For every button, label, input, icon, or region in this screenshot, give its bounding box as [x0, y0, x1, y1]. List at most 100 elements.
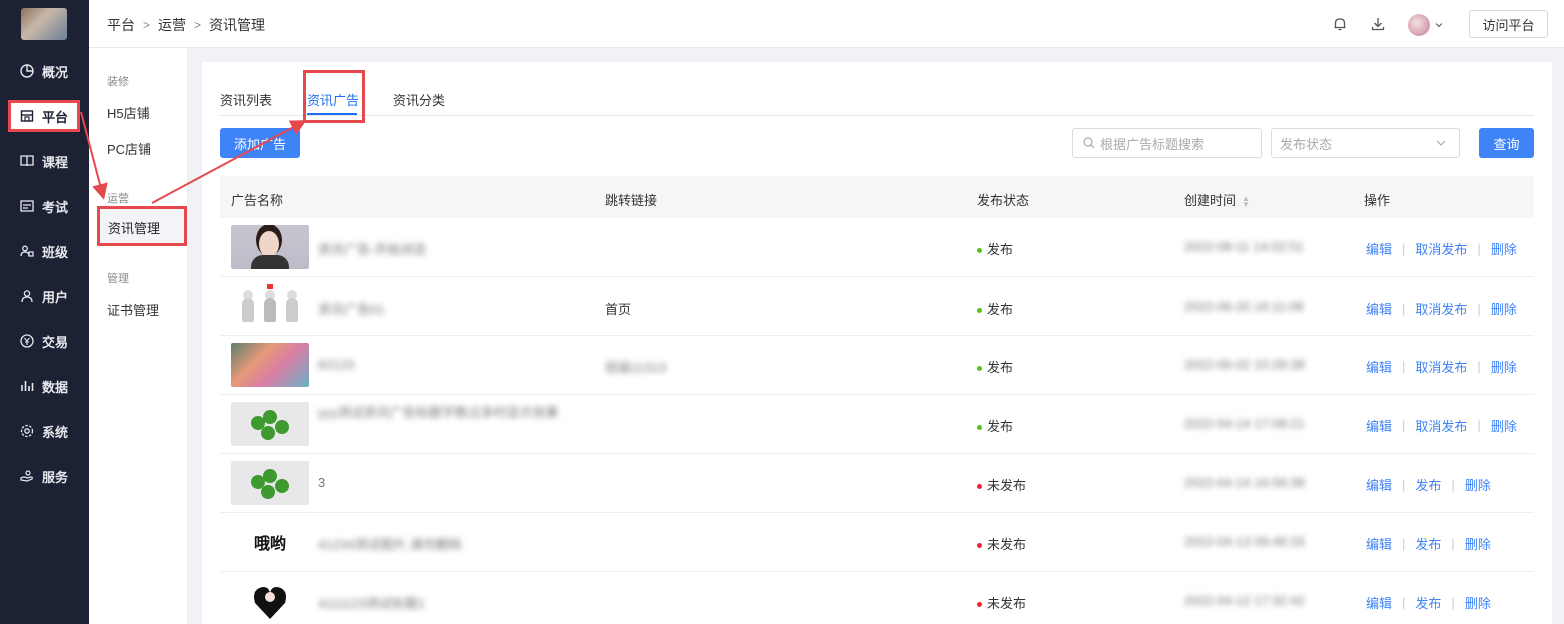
unpublish-link[interactable]: 取消发布 — [1415, 239, 1467, 258]
edit-link[interactable]: 编辑 — [1366, 475, 1392, 494]
status-select[interactable]: 发布状态 — [1271, 128, 1460, 158]
header-actions — [1332, 14, 1444, 36]
divider: | — [1477, 301, 1481, 316]
sub-item-pc-store[interactable]: PC店铺 — [107, 139, 151, 158]
ad-thumbnail — [231, 579, 309, 623]
divider: | — [1451, 536, 1455, 551]
org-logo[interactable] — [21, 8, 67, 40]
status-label: 未发布 — [987, 478, 1027, 493]
nav-item-service[interactable]: 服务 — [0, 458, 89, 494]
tab-news-category[interactable]: 资讯分类 — [393, 90, 445, 109]
nav-item-overview[interactable]: 概况 — [0, 53, 89, 89]
divider: | — [1477, 418, 1481, 433]
chevron-down-icon — [1435, 23, 1443, 28]
status-label: 发布 — [987, 302, 1014, 317]
download-icon[interactable] — [1370, 16, 1386, 35]
visit-platform-button[interactable]: 访问平台 — [1469, 10, 1548, 38]
created-time: 2022-04-14 17:08:21 — [1184, 416, 1305, 431]
add-ad-button[interactable]: 添加广告 — [220, 128, 300, 158]
delete-link[interactable]: 删除 — [1491, 239, 1517, 258]
ad-name: 资讯广告-开始浏览 — [318, 242, 427, 257]
edit-link[interactable]: 编辑 — [1366, 534, 1392, 553]
nav-item-exam[interactable]: 考试 — [0, 188, 89, 224]
unpublish-link[interactable]: 取消发布 — [1415, 357, 1467, 376]
nav-item-class[interactable]: 班级 — [0, 233, 89, 269]
divider: | — [1402, 595, 1406, 610]
created-time: 2022-04-14 16:58:38 — [1184, 475, 1305, 490]
nav-item-data[interactable]: 数据 — [0, 368, 89, 404]
edit-link[interactable]: 编辑 — [1366, 416, 1392, 435]
nav-item-user[interactable]: 用户 — [0, 278, 89, 314]
ad-link: 班级11313 — [605, 360, 667, 375]
search-input[interactable]: 根据广告标题搜索 — [1072, 128, 1262, 158]
table-row: 4111123测试标题1 未发布 2022-04-12 17:32:42 编辑 |… — [220, 572, 1534, 624]
sub-item-news-management[interactable]: 资讯管理 — [97, 206, 187, 246]
nav-label: 概况 — [42, 64, 69, 80]
ad-name: 4111123测试标题1 — [318, 596, 425, 611]
table-row: 哦哟 41234测试图片,请勿删除 未发布 2022-04-13 09:48:3… — [220, 513, 1534, 572]
table-row: 资讯广告01 首页 发布 2022-06-20 16:11:08 编辑 | 取消发… — [220, 277, 1534, 336]
delete-link[interactable]: 删除 — [1491, 357, 1517, 376]
status-badge: 发布 — [977, 239, 1013, 258]
tab-news-list[interactable]: 资讯列表 — [220, 90, 272, 109]
user-menu[interactable] — [1408, 14, 1444, 36]
gear-icon — [20, 424, 34, 438]
table-row: 3 未发布 2022-04-14 16:58:38 编辑 | 发布 | 删除 — [220, 454, 1534, 513]
created-time: 2022-04-12 17:32:42 — [1184, 593, 1305, 608]
divider: | — [1451, 595, 1455, 610]
publish-link[interactable]: 发布 — [1415, 534, 1441, 553]
nav-item-course[interactable]: 课程 — [0, 143, 89, 179]
delete-link[interactable]: 删除 — [1465, 475, 1491, 494]
chevron-right-icon: > — [194, 18, 202, 32]
edit-link[interactable]: 编辑 — [1366, 299, 1392, 318]
pie-icon — [20, 64, 34, 78]
edit-link[interactable]: 编辑 — [1366, 357, 1392, 376]
status-badge: 未发布 — [977, 475, 1026, 494]
row-actions: 编辑 | 取消发布 | 删除 — [1366, 299, 1517, 318]
delete-link[interactable]: 删除 — [1465, 534, 1491, 553]
ad-thumbnail — [231, 461, 309, 505]
divider: | — [1477, 241, 1481, 256]
delete-link[interactable]: 删除 — [1465, 593, 1491, 612]
unpublish-link[interactable]: 取消发布 — [1415, 299, 1467, 318]
avatar[interactable] — [1408, 14, 1430, 36]
nav-item-system[interactable]: 系统 — [0, 413, 89, 449]
nav-item-platform[interactable]: 平台 — [8, 100, 80, 132]
bell-icon[interactable] — [1332, 16, 1348, 35]
chevron-down-icon — [1436, 140, 1446, 146]
main-panel: 资讯列表 资讯广告 资讯分类 添加广告 根据广告标题搜索 发布状态 查询 广告名… — [202, 62, 1552, 624]
edit-link[interactable]: 编辑 — [1366, 239, 1392, 258]
column-header-sortable[interactable]: 创建时间 ▲ ▼ — [1184, 190, 1250, 209]
unpublish-link[interactable]: 取消发布 — [1415, 416, 1467, 435]
column-header: 操作 — [1364, 193, 1391, 208]
nav-label: 系统 — [42, 424, 69, 440]
yen-icon — [20, 334, 34, 348]
divider: | — [1402, 536, 1406, 551]
user-icon — [20, 289, 34, 303]
breadcrumb-item[interactable]: 运营 — [158, 15, 186, 35]
group-icon — [20, 244, 34, 258]
sort-icon[interactable]: ▲ ▼ — [1242, 194, 1250, 208]
status-label: 未发布 — [987, 537, 1027, 552]
breadcrumb-item[interactable]: 平台 — [107, 15, 135, 35]
publish-link[interactable]: 发布 — [1415, 593, 1441, 612]
publish-link[interactable]: 发布 — [1415, 475, 1441, 494]
query-button[interactable]: 查询 — [1479, 128, 1534, 158]
column-header: 跳转链接 — [605, 193, 658, 208]
delete-link[interactable]: 删除 — [1491, 416, 1517, 435]
created-time: 2022-04-13 09:48:33 — [1184, 534, 1305, 549]
sub-item-certificate[interactable]: 证书管理 — [107, 300, 159, 319]
nav-item-trade[interactable]: 交易 — [0, 323, 89, 359]
divider: | — [1402, 301, 1406, 316]
column-header-label: 创建时间 — [1184, 193, 1237, 208]
status-placeholder: 发布状态 — [1280, 136, 1333, 152]
ad-thumbnail — [231, 225, 309, 269]
edit-link[interactable]: 编辑 — [1366, 593, 1392, 612]
row-actions: 编辑 | 发布 | 删除 — [1366, 475, 1491, 494]
status-badge: 未发布 — [977, 534, 1026, 553]
status-dot — [977, 602, 982, 608]
created-time: 2022-08-11 14:02:51 — [1184, 239, 1304, 254]
breadcrumb: 平台 > 运营 > 资讯管理 — [107, 15, 265, 35]
sub-item-h5-store[interactable]: H5店铺 — [107, 103, 150, 122]
delete-link[interactable]: 删除 — [1491, 299, 1517, 318]
